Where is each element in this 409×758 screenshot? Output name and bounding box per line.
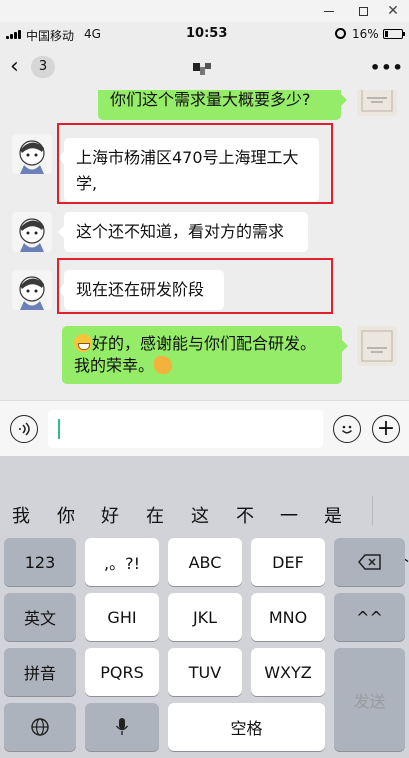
maximize-icon bbox=[358, 6, 368, 16]
signal-icon bbox=[6, 29, 21, 39]
plus-icon: + bbox=[376, 416, 396, 441]
minimize-icon bbox=[324, 10, 334, 12]
clock: 10:53 bbox=[186, 26, 228, 41]
chevron-left-icon: ‹ bbox=[10, 54, 19, 79]
emoji-button[interactable] bbox=[333, 415, 361, 443]
status-bar: 中国移动 4G 10:53 16% bbox=[0, 22, 409, 46]
message-input[interactable] bbox=[48, 410, 323, 448]
ellipsis-icon: ••• bbox=[370, 58, 404, 77]
message-input-bar: + bbox=[0, 400, 409, 456]
handshake-emoji-icon bbox=[154, 356, 173, 374]
avatar-self[interactable] bbox=[357, 326, 397, 366]
voice-button[interactable] bbox=[10, 415, 38, 443]
unread-badge[interactable]: 3 bbox=[31, 56, 55, 78]
avatar-contact[interactable] bbox=[12, 270, 52, 310]
candidate-bar: 我 你 好 在 这 不 一 是 ︿ bbox=[0, 456, 409, 566]
candidate-word[interactable]: 是 bbox=[324, 502, 342, 528]
highlight-box bbox=[57, 258, 333, 314]
key-wxyz[interactable]: WXYZ bbox=[251, 648, 325, 696]
candidate-word[interactable]: 这 bbox=[191, 502, 209, 528]
microphone-icon bbox=[115, 718, 129, 735]
key-numbers[interactable]: 123 bbox=[4, 538, 76, 586]
smiley-icon bbox=[341, 425, 353, 434]
message-text: 你们这个需求量大概要多少? bbox=[110, 90, 311, 109]
chat-header: ‹ 3 ••• bbox=[0, 46, 409, 90]
globe-key[interactable] bbox=[4, 703, 76, 751]
message-list[interactable]: 你们这个需求量大概要多少? 上海市杨浦区470号上海理工大学, 这个还不知道，看… bbox=[0, 90, 409, 400]
back-button[interactable]: ‹ bbox=[10, 54, 30, 80]
key-english[interactable]: 英文 bbox=[4, 593, 76, 641]
minimize-button[interactable] bbox=[315, 0, 343, 22]
key-tuv[interactable]: TUV bbox=[168, 648, 242, 696]
key-def[interactable]: DEF bbox=[251, 538, 325, 586]
expand-candidates-button[interactable]: ︿ bbox=[372, 496, 409, 566]
message-bubble-sent[interactable]: 你们这个需求量大概要多少? bbox=[98, 90, 347, 120]
candidate-word[interactable]: 不 bbox=[236, 502, 254, 528]
backspace-icon bbox=[357, 554, 381, 570]
message-bubble-sent[interactable]: 好的，感谢能与你们配合研发。我的荣幸。 bbox=[62, 326, 348, 384]
maximize-button[interactable] bbox=[349, 0, 377, 22]
send-key[interactable]: 发送 bbox=[334, 648, 405, 751]
grin-emoji-icon bbox=[74, 334, 92, 352]
microphone-key[interactable] bbox=[85, 703, 159, 751]
candidate-word[interactable]: 在 bbox=[146, 502, 164, 528]
candidate-word[interactable]: 一 bbox=[280, 502, 298, 528]
text-caret bbox=[58, 419, 60, 439]
globe-icon bbox=[31, 718, 49, 736]
message-bubble-received[interactable]: 这个还不知道，看对方的需求 bbox=[58, 212, 308, 252]
alarm-icon bbox=[335, 28, 346, 39]
space-key[interactable]: 空格 bbox=[168, 703, 325, 751]
candidate-word[interactable]: 你 bbox=[57, 502, 75, 528]
window-titlebar: ✕ bbox=[0, 0, 409, 22]
more-functions-button[interactable]: + bbox=[372, 415, 400, 443]
key-pqrs[interactable]: PQRS bbox=[85, 648, 159, 696]
chat-title-pixelated bbox=[193, 63, 211, 75]
network-type: 4G bbox=[84, 27, 101, 41]
voice-icon bbox=[19, 422, 30, 436]
avatar-self[interactable] bbox=[357, 90, 397, 116]
key-pinyin[interactable]: 拼音 bbox=[4, 648, 76, 696]
avatar-contact[interactable] bbox=[12, 134, 52, 174]
battery-percent: 16% bbox=[352, 27, 379, 41]
key-abc[interactable]: ABC bbox=[168, 538, 242, 586]
more-button[interactable]: ••• bbox=[370, 58, 404, 77]
key-ghi[interactable]: GHI bbox=[85, 593, 159, 641]
highlight-box bbox=[57, 123, 333, 204]
message-text: 好的，感谢能与你们配合研发。我的荣幸。 bbox=[74, 334, 317, 375]
delete-key[interactable] bbox=[334, 538, 405, 586]
key-mno[interactable]: MNO bbox=[251, 593, 325, 641]
close-button[interactable]: ✕ bbox=[379, 0, 407, 22]
key-emoticon[interactable]: ^^ bbox=[334, 593, 405, 641]
avatar-contact[interactable] bbox=[12, 212, 52, 252]
keyboard: 我 你 好 在 这 不 一 是 ︿ 123 ,。?! ABC DEF 英文 GH… bbox=[0, 456, 409, 758]
message-text: 这个还不知道，看对方的需求 bbox=[76, 222, 285, 241]
key-punctuation[interactable]: ,。?! bbox=[85, 538, 159, 586]
key-jkl[interactable]: JKL bbox=[168, 593, 242, 641]
close-icon: ✕ bbox=[387, 3, 399, 19]
candidate-word[interactable]: 好 bbox=[101, 502, 119, 528]
battery-icon bbox=[383, 29, 405, 39]
carrier-label: 中国移动 bbox=[26, 29, 75, 43]
candidate-word[interactable]: 我 bbox=[12, 502, 30, 528]
